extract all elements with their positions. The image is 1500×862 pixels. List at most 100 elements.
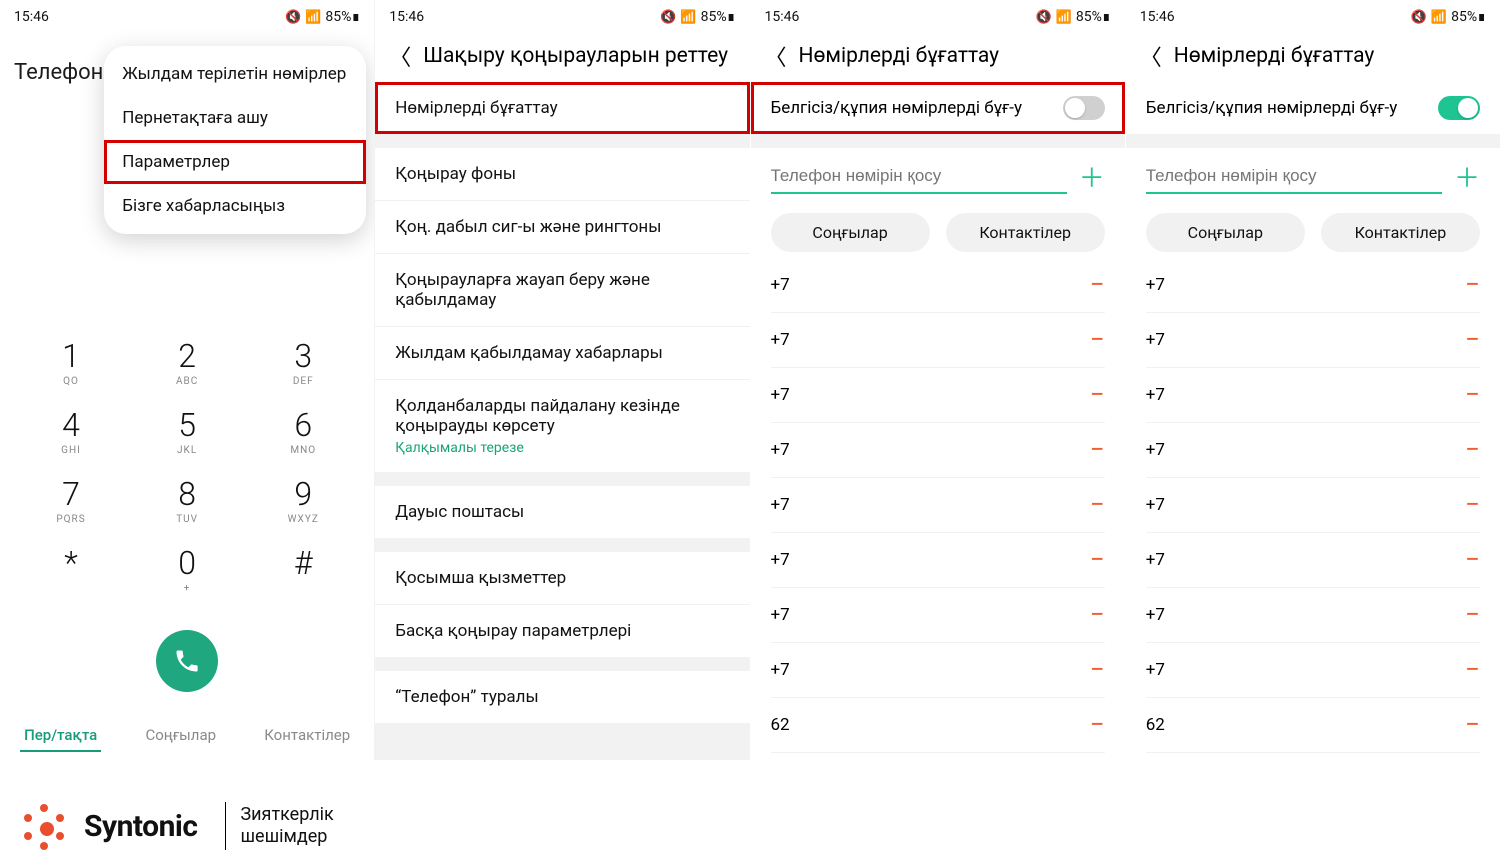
blocked-number: +7 [1146, 550, 1165, 570]
item-about-phone-app[interactable]: “Телефон” туралы [375, 671, 749, 723]
item-block-numbers[interactable]: Нөмірлерді бұғаттау [375, 82, 749, 134]
keypad: 1QO 2ABC 3DEF 4GHI 5JKL 6MNO 7PQRS 8TUV … [0, 340, 374, 616]
back-button[interactable]: 〈 [389, 45, 411, 67]
menu-settings[interactable]: Параметрлер [104, 140, 366, 184]
status-bar: 15:46 🔇 📶 85%∎ [751, 0, 1125, 34]
key-2[interactable]: 2ABC [152, 340, 222, 387]
key-1[interactable]: 1QO [36, 340, 106, 387]
menu-open-keypad[interactable]: Пернетақтаға ашу [104, 96, 366, 140]
menu-speed-dial[interactable]: Жылдам терілетін нөмірлер [104, 52, 366, 96]
item-other-call-settings[interactable]: Басқа қоңырау параметрлері [375, 605, 749, 657]
brand-tagline: Зияткерлік шешімдер [240, 804, 333, 849]
item-alerts-ringtones[interactable]: Қоң. дабыл сиг-ы және рингтоны [375, 201, 749, 254]
blocked-number: +7 [771, 660, 790, 680]
key-9[interactable]: 9WXYZ [268, 478, 338, 525]
blocked-number: 62 [771, 715, 790, 735]
remove-blocked-icon[interactable]: − [1465, 655, 1480, 685]
toggle-block-unknown[interactable] [1063, 96, 1105, 120]
key-8[interactable]: 8TUV [152, 478, 222, 525]
item-show-during-apps[interactable]: Қолданбаларды пайдалану кезінде қоңырауд… [375, 380, 749, 472]
item-answer-end[interactable]: Қоңырауларға жауап беру және қабылдамау [375, 254, 749, 327]
remove-blocked-icon[interactable]: − [1090, 380, 1105, 410]
wifi-icon: 📶 [1431, 10, 1447, 25]
status-time: 15:46 [14, 9, 49, 25]
brand-name: Syntonic [84, 809, 211, 844]
key-0[interactable]: 0+ [152, 547, 222, 594]
menu-contact-us[interactable]: Бізге хабарласыңыз [104, 184, 366, 228]
remove-blocked-icon[interactable]: − [1090, 270, 1105, 300]
chip-recents[interactable]: Соңғылар [1146, 213, 1305, 252]
add-number-input[interactable] [771, 160, 1067, 194]
key-4[interactable]: 4GHI [36, 409, 106, 456]
status-time: 15:46 [1140, 9, 1175, 25]
blocked-number: +7 [771, 330, 790, 350]
key-star[interactable]: * [36, 547, 106, 594]
remove-blocked-icon[interactable]: − [1465, 380, 1480, 410]
blocked-number-row: +7− [1146, 423, 1480, 478]
brand-logo-icon [18, 800, 70, 852]
remove-blocked-icon[interactable]: − [1465, 435, 1480, 465]
page-title: Нөмірлерді бұғаттау [799, 44, 1000, 68]
screen-1-dialer: 15:46 🔇 📶 85%∎ Телефон Жылдам терілетін … [0, 0, 374, 760]
item-voicemail[interactable]: Дауыс поштасы [375, 486, 749, 538]
add-number-plus-icon[interactable]: ＋ [1079, 158, 1105, 195]
remove-blocked-icon[interactable]: − [1090, 545, 1105, 575]
blocked-number: +7 [1146, 495, 1165, 515]
remove-blocked-icon[interactable]: − [1090, 490, 1105, 520]
remove-blocked-icon[interactable]: − [1090, 710, 1105, 740]
blocked-number: +7 [1146, 605, 1165, 625]
add-number-input[interactable] [1146, 160, 1442, 194]
status-bar: 15:46 🔇 📶 85%∎ [0, 0, 374, 34]
mute-icon: 🔇 [1035, 10, 1051, 25]
call-button[interactable] [156, 630, 218, 692]
blocked-number: +7 [771, 440, 790, 460]
blocked-number-row: 62 − [771, 698, 1105, 753]
screen-2-call-settings: 15:46 🔇 📶 85%∎ 〈 Шақыру қоңырауларын рет… [374, 0, 749, 760]
tab-recents[interactable]: Соңғылар [141, 720, 220, 752]
back-button[interactable]: 〈 [765, 45, 787, 67]
footer-brand: Syntonic Зияткерлік шешімдер [18, 800, 334, 852]
remove-blocked-icon[interactable]: − [1090, 325, 1105, 355]
key-7[interactable]: 7PQRS [36, 478, 106, 525]
key-6[interactable]: 6MNO [268, 409, 338, 456]
blocked-number-row: +7 − [771, 313, 1105, 368]
remove-blocked-icon[interactable]: − [1465, 710, 1480, 740]
blocked-number-row: +7− [1146, 258, 1480, 313]
toggle-block-unknown[interactable] [1438, 96, 1480, 120]
mute-icon: 🔇 [660, 10, 676, 25]
remove-blocked-icon[interactable]: − [1465, 490, 1480, 520]
blocked-number-row: +7− [771, 753, 1105, 760]
blocked-number-row: +7− [771, 258, 1105, 313]
remove-blocked-icon[interactable]: − [1090, 600, 1105, 630]
chip-contacts[interactable]: Контактілер [1321, 213, 1480, 252]
row-block-unknown[interactable]: Белгісіз/құпия нөмірлерді бұғ-у [1126, 82, 1500, 134]
item-quick-decline[interactable]: Жылдам қабылдамау хабарлары [375, 327, 749, 380]
chip-recents[interactable]: Соңғылар [771, 213, 930, 252]
add-number-plus-icon[interactable]: ＋ [1454, 158, 1480, 195]
chip-contacts[interactable]: Контактілер [946, 213, 1105, 252]
remove-blocked-icon[interactable]: − [1465, 270, 1480, 300]
blocked-numbers-list: +7−+7−+7−+7−+7−+7−+7−+7−62−+7−+7− [1126, 258, 1500, 760]
remove-blocked-icon[interactable]: − [1090, 655, 1105, 685]
back-button[interactable]: 〈 [1140, 45, 1162, 67]
item-call-bg[interactable]: Қоңырау фоны [375, 148, 749, 201]
phone-icon [173, 647, 201, 675]
blocked-number-row: +7− [1146, 368, 1480, 423]
blocked-number-row: +7− [1146, 313, 1480, 368]
status-icons: 🔇 📶 85%∎ [1411, 9, 1486, 25]
blocked-number: +7 [771, 495, 790, 515]
item-supp-services[interactable]: Қосымша қызметтер [375, 552, 749, 605]
row-block-unknown[interactable]: Белгісіз/құпия нөмірлерді бұғ-у [751, 82, 1125, 134]
tab-keypad[interactable]: Пер/тақта [20, 720, 101, 752]
status-time: 15:46 [389, 9, 424, 25]
key-5[interactable]: 5JKL [152, 409, 222, 456]
remove-blocked-icon[interactable]: − [1090, 435, 1105, 465]
blocked-numbers-list: +7−+7−+7−+7−+7−+7−+7−+7−62−+7−+7− [751, 258, 1125, 760]
remove-blocked-icon[interactable]: − [1465, 325, 1480, 355]
key-hash[interactable]: # [268, 547, 338, 594]
remove-blocked-icon[interactable]: − [1465, 545, 1480, 575]
blocked-number-row: +7 − [1146, 588, 1480, 643]
tab-contacts[interactable]: Контактілер [260, 720, 354, 752]
remove-blocked-icon[interactable]: − [1465, 600, 1480, 630]
key-3[interactable]: 3DEF [268, 340, 338, 387]
